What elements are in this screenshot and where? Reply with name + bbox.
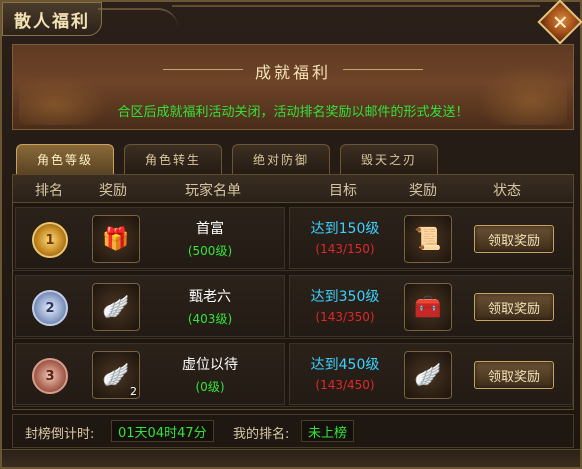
- goal-progress: (143/350): [315, 310, 375, 324]
- rank-cell-group: 3 🪽 2 虚位以待 (0级): [15, 343, 285, 405]
- banner: 成就福利 合区后成就福利活动关闭，活动排名奖励以邮件的形式发送！: [12, 44, 574, 130]
- title-ornament: [98, 8, 178, 32]
- footer-bar: 封榜倒计时: 01天04时47分 我的排名: 未上榜: [12, 414, 574, 448]
- rank-medal-gold: 1: [32, 222, 68, 258]
- my-rank-value: 未上榜: [301, 420, 355, 442]
- treasure-chest-icon[interactable]: 🧰: [404, 283, 452, 331]
- tab-absolute-defense[interactable]: 绝对防御: [232, 144, 330, 174]
- wings-icon[interactable]: 🪽 2: [92, 351, 140, 399]
- goal-progress: (143/150): [315, 242, 375, 256]
- rank-medal-bronze: 3: [32, 358, 68, 394]
- goal-cell-group: 达到150级 (143/150) 📜 领取奖励: [289, 207, 573, 269]
- close-button[interactable]: ✕: [537, 0, 582, 45]
- banner-notice: 合区后成就福利活动关闭，活动排名奖励以邮件的形式发送！: [117, 105, 469, 120]
- welfare-window: 散人福利 ✕ 成就福利 合区后成就福利活动关闭，活动排名奖励以邮件的形式发送！ …: [0, 0, 582, 469]
- goal-text: 达到150级: [310, 221, 380, 237]
- player-name: 首富: [196, 221, 224, 237]
- claim-reward-button[interactable]: 领取奖励: [474, 225, 554, 253]
- header-players: 玩家名单: [185, 183, 241, 199]
- player-name: 虚位以待: [182, 357, 238, 373]
- rank-cell-group: 1 🎁 首富 (500级): [15, 207, 285, 269]
- tab-bar: 角色等级 角色转生 绝对防御 毁天之刃: [16, 144, 438, 174]
- countdown-value: 01天04时47分: [111, 420, 214, 442]
- tab-heaven-blade[interactable]: 毁天之刃: [340, 144, 438, 174]
- rank-cell-group: 2 🪽 甄老六 (403级): [15, 275, 285, 337]
- goal-cell-group: 达到350级 (143/350) 🧰 领取奖励: [289, 275, 573, 337]
- wings-icon[interactable]: 🪽: [404, 351, 452, 399]
- header-reward: 奖励: [99, 183, 127, 199]
- header-status: 状态: [493, 183, 521, 199]
- table-row: 3 🪽 2 虚位以待 (0级) 达到450级 (143/450) 🪽 领取奖励: [13, 341, 573, 407]
- player-level: (0级): [195, 380, 225, 394]
- header-goal: 目标: [329, 183, 357, 199]
- my-rank-label: 我的排名:: [233, 427, 290, 442]
- tab-character-level[interactable]: 角色等级: [16, 144, 114, 174]
- goal-text: 达到450级: [310, 357, 380, 373]
- table-row: 1 🎁 首富 (500级) 达到150级 (143/150) 📜 领取奖励: [13, 205, 573, 271]
- claim-reward-button[interactable]: 领取奖励: [474, 293, 554, 321]
- table-header: 排名 奖励 玩家名单 目标 奖励 状态: [13, 175, 573, 203]
- goal-cell-group: 达到450级 (143/450) 🪽 领取奖励: [289, 343, 573, 405]
- window-title-tab: 散人福利: [2, 2, 102, 36]
- goal-progress: (143/450): [315, 378, 375, 392]
- reward-quantity: 2: [130, 385, 137, 398]
- tab-character-rebirth[interactable]: 角色转生: [124, 144, 222, 174]
- player-name: 甄老六: [189, 289, 231, 305]
- top-frame-ornament: [172, 5, 540, 17]
- countdown-label: 封榜倒计时:: [25, 427, 95, 442]
- player-level: (500级): [187, 244, 233, 258]
- player-level: (403级): [187, 312, 233, 326]
- ranking-board: 排名 奖励 玩家名单 目标 奖励 状态 1 🎁 首富 (500级) 达到150级…: [12, 174, 574, 410]
- window-title: 散人福利: [14, 11, 90, 32]
- header-rank: 排名: [35, 183, 63, 199]
- header-goal-reward: 奖励: [409, 183, 437, 199]
- scroll-icon[interactable]: 📜: [404, 215, 452, 263]
- rank-medal-silver: 2: [32, 290, 68, 326]
- goal-text: 达到350级: [310, 289, 380, 305]
- gift-box-icon[interactable]: 🎁: [92, 215, 140, 263]
- close-icon: ✕: [551, 9, 569, 34]
- wings-icon[interactable]: 🪽: [92, 283, 140, 331]
- banner-title: 成就福利: [254, 63, 331, 82]
- table-row: 2 🪽 甄老六 (403级) 达到350级 (143/350) 🧰 领取奖励: [13, 273, 573, 339]
- claim-reward-button[interactable]: 领取奖励: [474, 361, 554, 389]
- bottom-frame: [2, 449, 580, 467]
